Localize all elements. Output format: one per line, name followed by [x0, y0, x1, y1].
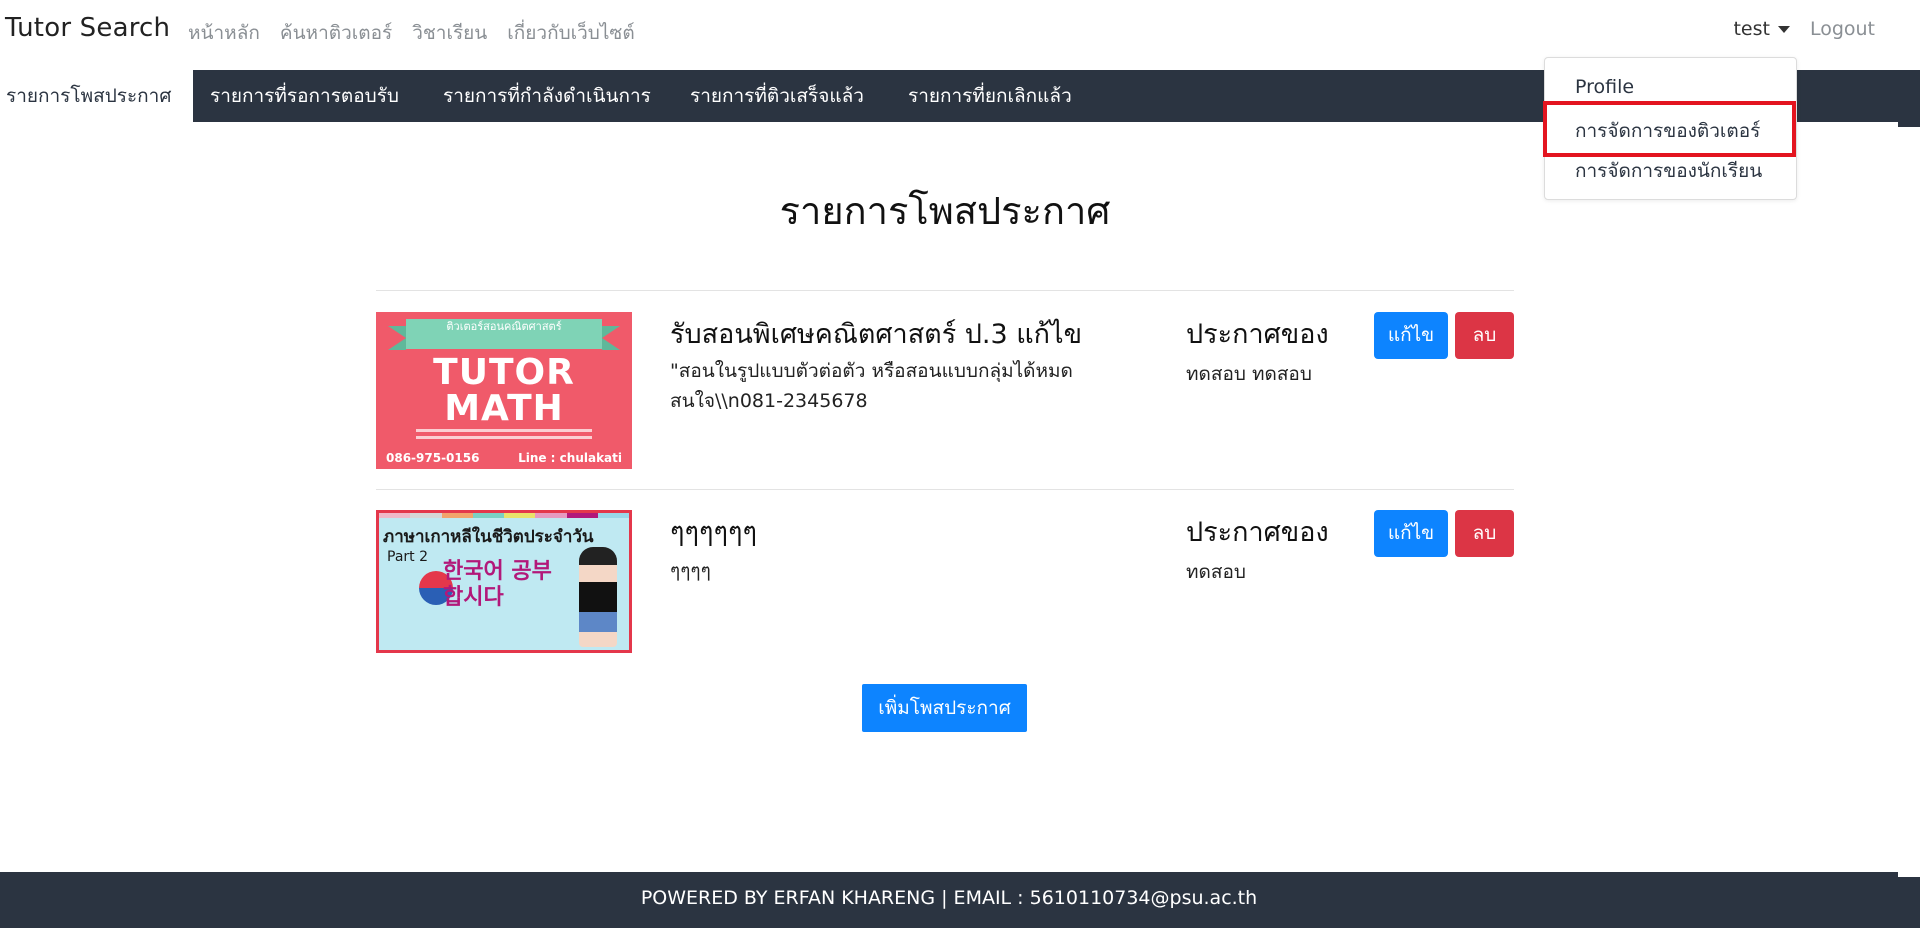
image-line-id: Line : chulakati — [518, 451, 622, 465]
post-row: ติวเตอร์สอนคณิตศาสตร์ TUTOR MATH 086-975… — [376, 312, 1514, 472]
person-illustration-icon — [579, 547, 617, 647]
menu-item-student-management[interactable]: การจัดการของนักเรียน — [1575, 156, 1762, 186]
post-title: ๆๆๆๆๆๆ — [670, 517, 758, 548]
image-stripes — [379, 513, 629, 518]
ribbon-shape — [602, 326, 620, 350]
post-row: ภาษาเกาหลีในชีวิตประจำวัน Part 2 한국어 공부합… — [376, 510, 1514, 655]
main-nav: หน้าหลัก ค้นหาติวเตอร์ วิชาเรียน เกี่ยวก… — [188, 18, 635, 48]
logout-link[interactable]: Logout — [1810, 18, 1875, 40]
post-title: รับสอนพิเศษคณิตศาสตร์ ป.3 แก้ไข — [670, 319, 1083, 350]
footer: POWERED BY ERFAN KHARENG | EMAIL : 56101… — [0, 872, 1898, 928]
image-korean-text: 한국어 공부합시다 — [443, 559, 552, 610]
user-dropdown-menu: Profile การจัดการของติวเตอร์ การจัดการขอ… — [1544, 57, 1797, 200]
image-small-lines — [416, 429, 592, 443]
user-area: test Logout — [1733, 18, 1875, 40]
caret-down-icon — [1777, 25, 1790, 33]
nav-about[interactable]: เกี่ยวกับเว็บไซต์ — [507, 18, 634, 48]
image-contact: 086-975-0156 Line : chulakati — [386, 451, 622, 465]
nav-search-tutor[interactable]: ค้นหาติวเตอร์ — [280, 18, 392, 48]
image-text-math: MATH — [444, 388, 564, 429]
tab-completed[interactable]: รายการที่ติวเสร็จแล้ว — [690, 70, 864, 122]
image-part: Part 2 — [387, 549, 428, 565]
divider — [376, 489, 1514, 490]
subnav-edge — [1898, 70, 1920, 127]
post-description: ๆๆๆๆ — [670, 560, 711, 582]
nav-home[interactable]: หน้าหลัก — [188, 18, 260, 48]
brand-logo[interactable]: Tutor Search — [5, 13, 170, 43]
menu-item-profile[interactable]: Profile — [1575, 76, 1634, 98]
tab-announcements[interactable]: รายการโพสประกาศ — [0, 70, 194, 122]
ribbon-shape — [388, 326, 406, 350]
menu-item-tutor-management[interactable]: การจัดการของติวเตอร์ — [1575, 116, 1760, 146]
owner-label: ประกาศของ — [1186, 517, 1329, 548]
image-banner: ติวเตอร์สอนคณิตศาสตร์ — [406, 319, 602, 349]
image-phone: 086-975-0156 — [386, 451, 480, 465]
delete-button[interactable]: ลบ — [1455, 312, 1514, 359]
owner-label: ประกาศของ — [1186, 319, 1329, 350]
image-title: ภาษาเกาหลีในชีวิตประจำวัน — [383, 527, 594, 547]
edit-button[interactable]: แก้ไข — [1374, 510, 1448, 557]
footer-edge — [1898, 877, 1920, 928]
username: test — [1733, 18, 1770, 40]
image-text-tutor: TUTOR — [433, 352, 575, 393]
post-image-korean[interactable]: ภาษาเกาหลีในชีวิตประจำวัน Part 2 한국어 공부합… — [376, 510, 632, 653]
owner-name: ทดสอบ ทดสอบ — [1186, 363, 1312, 385]
tab-in-progress[interactable]: รายการที่กำลังดำเนินการ — [443, 70, 651, 122]
tab-cancelled[interactable]: รายการที่ยกเลิกแล้ว — [908, 70, 1072, 122]
edit-button[interactable]: แก้ไข — [1374, 312, 1448, 359]
post-description: "สอนในรูปแบบตัวต่อตัว หรือสอนแบบกลุ่มได้… — [670, 360, 1073, 412]
nav-subjects[interactable]: วิชาเรียน — [412, 18, 487, 48]
add-post-button[interactable]: เพิ่มโพสประกาศ — [862, 684, 1027, 732]
owner-name: ทดสอบ — [1186, 561, 1246, 583]
user-menu-toggle[interactable]: test — [1733, 18, 1790, 40]
tab-pending[interactable]: รายการที่รอการตอบรับ — [210, 70, 399, 122]
delete-button[interactable]: ลบ — [1455, 510, 1514, 557]
divider — [376, 290, 1514, 291]
post-image-math[interactable]: ติวเตอร์สอนคณิตศาสตร์ TUTOR MATH 086-975… — [376, 312, 632, 469]
